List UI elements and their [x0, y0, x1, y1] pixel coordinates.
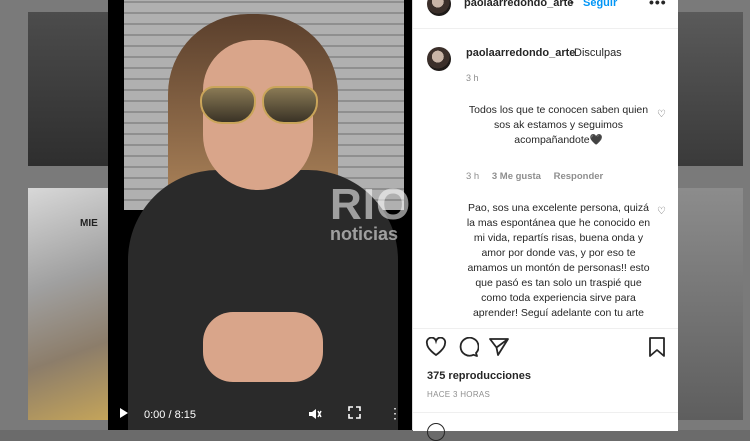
- fullscreen-icon[interactable]: [348, 406, 361, 422]
- follow-button[interactable]: Seguir: [583, 0, 617, 9]
- caption-username[interactable]: paolaarredondo_arte: [466, 47, 575, 59]
- separator-dot: •: [570, 0, 574, 9]
- post-date[interactable]: HACE 3 HORAS: [427, 390, 490, 399]
- avatar[interactable]: [427, 0, 451, 16]
- more-options-icon[interactable]: •••: [649, 0, 667, 10]
- heart-icon[interactable]: [425, 336, 447, 363]
- emoji-icon[interactable]: [427, 423, 445, 441]
- comment-text: Todos los que te conocen saben quien sos…: [468, 104, 649, 146]
- like-comment-heart-icon[interactable]: ♡: [657, 109, 666, 120]
- post-header: paolaarredondo_arte • Seguir •••: [413, 0, 678, 29]
- comment-time: 3 h: [466, 171, 480, 182]
- play-icon[interactable]: [120, 408, 128, 418]
- view-count[interactable]: 375 reproducciones: [427, 370, 531, 382]
- comment-text: Pao, sos una excelente persona, quizá la…: [466, 202, 651, 319]
- video-player[interactable]: RIO noticias 0:00 / 8:15 ⋮: [108, 0, 412, 430]
- more-vertical-icon[interactable]: ⋮: [388, 405, 402, 422]
- comment-likes[interactable]: 3 Me gusta: [492, 171, 541, 182]
- watermark-logo: RIO: [330, 180, 412, 229]
- caption-time: 3 h: [466, 73, 479, 83]
- caption-text: Disculpas: [574, 47, 622, 59]
- background-post-thumbnail: MIE: [28, 188, 108, 420]
- background-post-thumbnail: [677, 12, 743, 166]
- video-time: 0:00 / 8:15: [144, 409, 196, 421]
- bookmark-icon[interactable]: [648, 337, 666, 363]
- thumbnail-label: MIE: [80, 218, 98, 229]
- background-post-thumbnail: [677, 188, 743, 420]
- video-person-sunglasses: [200, 86, 318, 124]
- post-details-panel: paolaarredondo_arte • Seguir ••• paolaar…: [412, 0, 678, 441]
- share-icon[interactable]: [488, 337, 510, 363]
- background-post-thumbnail: [28, 12, 108, 166]
- video-person-hands: [203, 312, 323, 382]
- post-actions: 375 reproducciones HACE 3 HORAS: [413, 328, 678, 441]
- comment-meta: 3 h 3 Me gusta Responder: [466, 171, 613, 182]
- mute-icon[interactable]: [308, 407, 322, 424]
- like-comment-heart-icon[interactable]: ♡: [657, 206, 666, 217]
- video-controls: 0:00 / 8:15 ⋮: [108, 400, 412, 430]
- avatar[interactable]: [427, 47, 451, 71]
- channel-watermark: RIO noticias: [330, 180, 411, 245]
- comment-icon[interactable]: [457, 336, 480, 363]
- header-username[interactable]: paolaarredondo_arte: [464, 0, 573, 9]
- reply-button[interactable]: Responder: [554, 171, 604, 182]
